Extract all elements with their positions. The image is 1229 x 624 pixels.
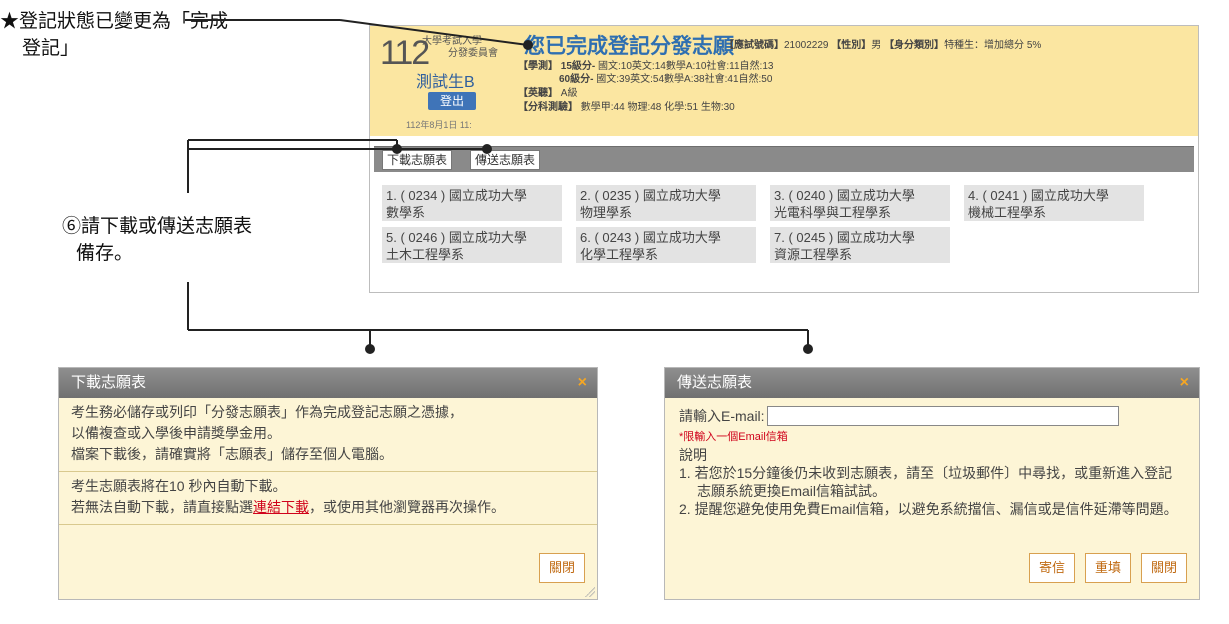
send-choices-button[interactable]: 傳送志願表 bbox=[470, 150, 541, 170]
identity-label: 【身分類別】 bbox=[884, 40, 945, 51]
close-icon[interactable]: × bbox=[578, 368, 587, 398]
annotation-download-or-send: ⑥請下載或傳送志願表 備存。 bbox=[62, 213, 332, 267]
download-notice-line3: 檔案下載後，請確實將「志願表」儲存至個人電腦。 bbox=[71, 446, 393, 462]
choice-line1: 3. ( 0240 ) 國立成功大學 bbox=[774, 188, 915, 203]
exam-no: 21002229 bbox=[784, 40, 829, 51]
choice-item: 1. ( 0234 ) 國立成功大學 數學系 bbox=[382, 185, 562, 221]
choice-line1: 5. ( 0246 ) 國立成功大學 bbox=[386, 230, 527, 245]
download-link[interactable]: 連結下載 bbox=[253, 499, 309, 515]
status-header: 112 大學考試入學 分發委員會 測試生B 登出 112年8月1日 11: 您已… bbox=[370, 26, 1198, 136]
toolbar: 下載志願表 傳送志願表 bbox=[374, 146, 1194, 172]
choice-item: 7. ( 0245 ) 國立成功大學 資源工程學系 bbox=[770, 227, 950, 263]
send-dialog-title: 傳送志願表 bbox=[677, 374, 753, 391]
annotation-download-line1: ⑥請下載或傳送志願表 bbox=[62, 215, 253, 237]
choice-line1: 1. ( 0234 ) 國立成功大學 bbox=[386, 188, 527, 203]
download-auto-line2: 若無法自動下載，請直接點選連結下載，或使用其他瀏覽器再次操作。 bbox=[71, 497, 585, 518]
download-dialog-close-button[interactable]: 關閉 bbox=[539, 553, 585, 583]
download-dialog: 下載志願表 × 考生務必儲存或列印「分發志願表」作為完成登記志願之憑據， 以備複… bbox=[58, 367, 598, 600]
choice-line2: 機械工程學系 bbox=[968, 205, 1047, 220]
xc-label: 【學測】 bbox=[518, 61, 558, 72]
download-notice-line2: 以備複查或入學後申請獎學金用。 bbox=[71, 425, 281, 441]
choice-line1: 2. ( 0235 ) 國立成功大學 bbox=[580, 188, 721, 203]
choice-item: 2. ( 0235 ) 國立成功大學 物理學系 bbox=[576, 185, 756, 221]
download-choices-button[interactable]: 下載志願表 bbox=[382, 150, 453, 170]
download-notice-line1: 考生務必儲存或列印「分發志願表」作為完成登記志願之憑據， bbox=[71, 404, 463, 420]
annotation-download-line2: 備存。 bbox=[76, 242, 134, 264]
reset-button[interactable]: 重填 bbox=[1085, 553, 1131, 583]
description-label: 說明 bbox=[679, 447, 707, 463]
resize-grip-icon[interactable] bbox=[585, 587, 595, 597]
choice-line2: 土木工程學系 bbox=[386, 247, 465, 262]
gender-label: 【性別】 bbox=[831, 40, 872, 51]
exam-info: 【應試號碼】21002229 【性別】男 【身分類別】特種生：增加總分 5% bbox=[724, 36, 1041, 51]
download-dialog-auto: 考生志願表將在10 秒內自動下載。 若無法自動下載，請直接點選連結下載，或使用其… bbox=[59, 472, 597, 525]
choice-line1: 4. ( 0241 ) 國立成功大學 bbox=[968, 188, 1109, 203]
gender: 男 bbox=[871, 40, 882, 51]
exam-no-label: 【應試號碼】 bbox=[724, 40, 784, 51]
choice-line1: 6. ( 0243 ) 國立成功大學 bbox=[580, 230, 721, 245]
send-dialog-titlebar: 傳送志願表 × bbox=[665, 368, 1199, 398]
send-dialog: 傳送志願表 × 請輸入E-mail: *限輸入一個Email信箱 說明 1. 若… bbox=[664, 367, 1200, 600]
logout-button[interactable]: 登出 bbox=[428, 92, 476, 110]
choice-item: 4. ( 0241 ) 國立成功大學 機械工程學系 bbox=[964, 185, 1144, 221]
student-name: 測試生B bbox=[416, 74, 475, 91]
download-dialog-notice: 考生務必儲存或列印「分發志願表」作為完成登記志願之憑據， 以備複查或入學後申請獎… bbox=[59, 398, 597, 472]
logo-number: 112 bbox=[380, 34, 430, 72]
xc-score-line2: 60級分- 國文:39英文:54數學A:38社會:41自然:50 bbox=[559, 70, 772, 85]
choice-line2: 資源工程學系 bbox=[774, 247, 853, 262]
note-item: 2. 提醒您避免使用免費Email信箱，以避免系統擋信、漏信或是信件延滯等問題。 bbox=[679, 501, 1178, 517]
choice-line2: 數學系 bbox=[386, 205, 426, 220]
registration-complete-panel: 112 大學考試入學 分發委員會 測試生B 登出 112年8月1日 11: 您已… bbox=[369, 25, 1199, 293]
fk-label: 【分科測驗】 bbox=[518, 102, 578, 113]
xc60-scores: 國文:39英文:54數學A:38社會:41自然:50 bbox=[596, 74, 773, 85]
email-field[interactable] bbox=[766, 406, 1119, 426]
download-dialog-title: 下載志願表 bbox=[71, 374, 147, 391]
email-row: 請輸入E-mail: bbox=[679, 406, 1185, 426]
email-limit-note: *限輸入一個Email信箱 bbox=[679, 431, 788, 443]
download-auto-text-b: ，或使用其他瀏覽器再次操作。 bbox=[309, 499, 505, 515]
choice-line2: 物理學系 bbox=[580, 205, 633, 220]
download-dialog-titlebar: 下載志願表 × bbox=[59, 368, 597, 398]
send-mail-button[interactable]: 寄信 bbox=[1029, 553, 1075, 583]
choice-item: 6. ( 0243 ) 國立成功大學 化學工程學系 bbox=[576, 227, 756, 263]
choice-item: 3. ( 0240 ) 國立成功大學 光電科學與工程學系 bbox=[770, 185, 950, 221]
logo-text-line2: 分發委員會 bbox=[448, 48, 498, 59]
fk-score-line: 【分科測驗】 數學甲:44 物理:48 化學:51 生物:30 bbox=[518, 98, 735, 113]
fk-scores: 數學甲:44 物理:48 化學:51 生物:30 bbox=[580, 102, 735, 113]
english-listening-line: 【英聽】 A級 bbox=[518, 84, 577, 99]
annotation-status-line1: ★登記狀態已變更為「完成 bbox=[0, 10, 229, 32]
choice-line2: 化學工程學系 bbox=[580, 247, 659, 262]
download-dialog-dot bbox=[365, 344, 375, 354]
close-icon[interactable]: × bbox=[1180, 368, 1189, 398]
download-auto-line1: 考生志願表將在10 秒內自動下載。 bbox=[71, 478, 287, 494]
download-auto-text-a: 若無法自動下載，請直接點選 bbox=[71, 499, 253, 515]
login-time: 112年8月1日 11: bbox=[406, 120, 472, 130]
choice-line1: 7. ( 0245 ) 國立成功大學 bbox=[774, 230, 915, 245]
annotation-status-line2: 登記」 bbox=[22, 37, 80, 59]
choice-item: 5. ( 0246 ) 國立成功大學 土木工程學系 bbox=[382, 227, 562, 263]
send-dialog-dot bbox=[803, 344, 813, 354]
send-dialog-body: 請輸入E-mail: *限輸入一個Email信箱 說明 1. 若您於15分鐘後仍… bbox=[665, 398, 1199, 526]
choice-line2: 光電科學與工程學系 bbox=[774, 205, 892, 220]
identity: 特種生：增加總分 5% bbox=[944, 40, 1042, 51]
annotation-status-changed: ★登記狀態已變更為「完成 登記」 bbox=[0, 8, 340, 62]
send-dialog-actions: 寄信 重填 關閉 bbox=[1029, 553, 1187, 583]
page-title: 您已完成登記分發志願 bbox=[524, 35, 734, 58]
email-label: 請輸入E-mail: bbox=[679, 408, 765, 424]
note-item: 1. 若您於15分鐘後仍未收到志願表，請至〔垃圾郵件〕中尋找，或重新進入登記志願… bbox=[679, 465, 1173, 499]
send-dialog-close-button[interactable]: 關閉 bbox=[1141, 553, 1187, 583]
